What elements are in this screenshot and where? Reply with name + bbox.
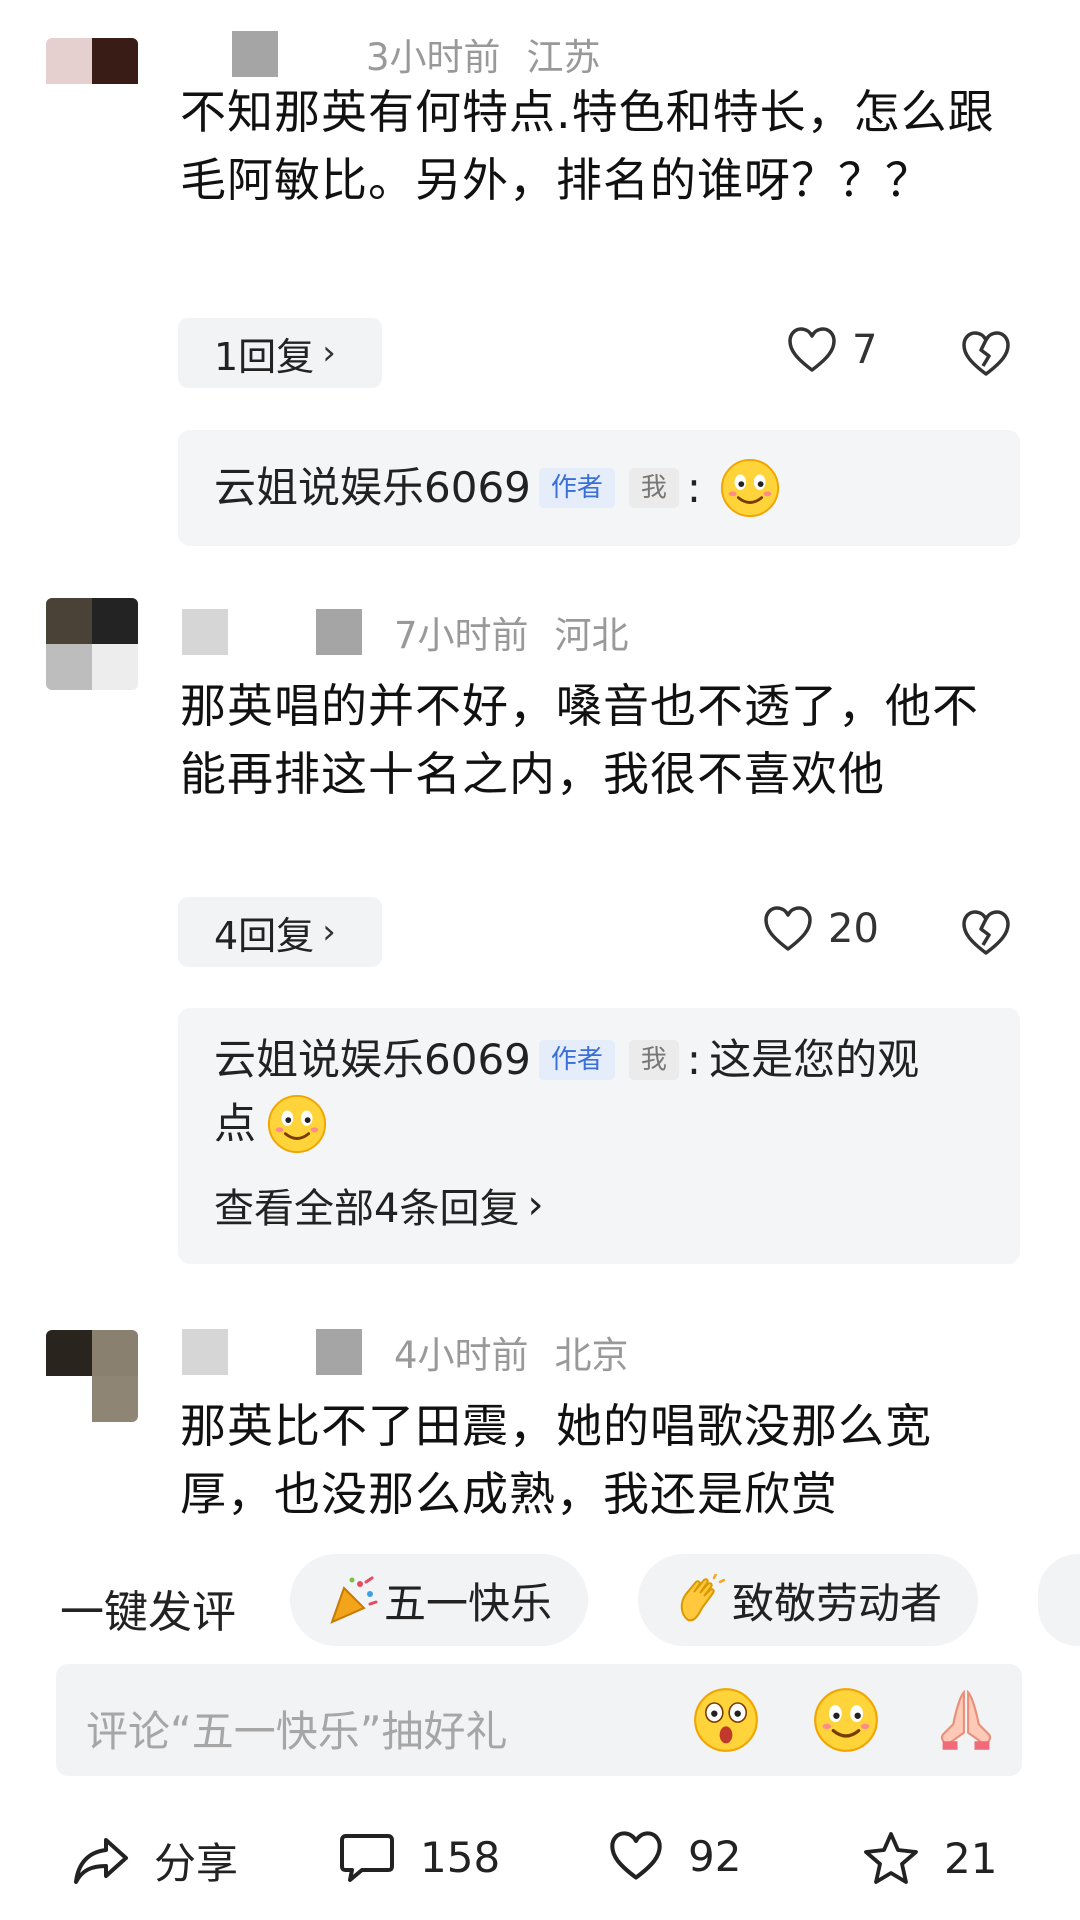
chip-label: 五一快乐 [384,1578,553,1628]
like-count: 7 [852,327,878,373]
author-reply-line: 点 [214,1092,328,1156]
reply-separator: : [686,1035,702,1084]
avatar[interactable] [46,598,138,690]
broken-heart-icon [962,910,1010,955]
author-reply-line: 云姐说娱乐6069 作者 我 : 这是您的观 [214,1028,919,1092]
likes-count: 92 [688,1831,742,1881]
surprised-emoji-icon[interactable] [692,1686,760,1754]
comment-meta: 4小时前 北京 [182,1328,629,1377]
comments-button[interactable]: 158 [338,1830,500,1884]
replies-button[interactable]: 4回复 › [178,897,382,967]
comment-location: 北京 [554,1334,629,1377]
replies-button[interactable]: 1回复 › [178,318,382,388]
comment-time: 4小时前 [394,1334,529,1377]
star-icon [864,1832,918,1884]
heart-icon [764,906,812,951]
avatar[interactable] [46,38,138,130]
heart-icon [610,1831,662,1880]
see-all-replies-link[interactable]: 查看全部4条回复 › [214,1176,543,1234]
party-popper-icon [330,1576,378,1624]
dislike-button[interactable] [960,909,1012,961]
chevron-right-icon: › [322,912,336,952]
quick-comment-chip-partial[interactable] [1038,1554,1080,1646]
comment-location: 河北 [554,614,629,657]
username-redacted[interactable] [316,609,362,655]
bottom-action-bar: 分享 158 92 21 [0,1800,1080,1920]
reply-author-name[interactable]: 云姐说娱乐6069 [214,456,531,520]
smile-emoji-icon[interactable] [812,1686,880,1754]
me-tag: 我 [628,1040,679,1080]
username-redacted[interactable] [182,1329,228,1375]
broken-heart-icon [962,331,1010,376]
smile-emoji-icon [721,458,780,518]
comment-bubble-icon [340,1834,394,1882]
reply-separator: : [686,463,702,512]
heart-icon [788,327,836,372]
comment-time: 3小时前 [366,36,501,79]
chevron-right-icon: › [527,1182,544,1228]
replies-label: 1回复 [214,334,315,379]
like-button[interactable]: 20 [762,905,879,953]
share-label: 分享 [154,1839,239,1888]
like-count: 20 [828,906,879,952]
replies-label: 4回复 [214,913,315,958]
clapping-hands-icon [680,1574,726,1622]
smile-emoji-icon [267,1094,327,1154]
comment-text: 那英唱的并不好，嗓音也不透了，他不能再排这十名之内，我很不喜欢他 [180,679,979,801]
author-reply-box[interactable]: 云姐说娱乐6069 作者 我 : [178,430,1020,546]
see-all-label: 查看全部4条回复 [214,1186,520,1232]
quick-comment-chip[interactable]: 五一快乐 [290,1554,589,1646]
author-reply-line: 云姐说娱乐6069 作者 我 : [214,456,781,520]
username-redacted[interactable] [232,31,278,77]
chevron-right-icon: › [322,333,336,373]
praying-hands-icon[interactable] [932,1686,1000,1754]
share-icon [74,1837,128,1884]
comments-count: 158 [420,1832,501,1882]
reply-text: 这是您的观 [709,1035,920,1084]
share-button[interactable]: 分享 [72,1830,238,1891]
comment-input-placeholder: 评论“五一快乐”抽好礼 [86,1707,508,1756]
comment-time: 7小时前 [394,614,529,657]
quick-comment-bar: 一键发评 五一快乐 致敬劳动者 [0,1550,1080,1650]
reply-author-name[interactable]: 云姐说娱乐6069 [214,1028,531,1092]
quick-comment-chip[interactable]: 致敬劳动者 [638,1554,979,1646]
comment-meta: 7小时前 河北 [182,608,629,657]
avatar[interactable] [46,1330,138,1422]
favorites-count: 21 [944,1833,998,1883]
like-post-button[interactable]: 92 [608,1830,741,1882]
comment-location: 江苏 [526,36,601,79]
author-tag: 作者 [538,1040,615,1080]
chip-label: 致敬劳动者 [732,1578,943,1628]
username-redacted[interactable] [182,609,228,655]
favorite-button[interactable]: 21 [862,1830,997,1886]
comment-text: 那英比不了田震，她的唱歌没那么宽厚，也没那么成熟，我还是欣赏 [180,1399,932,1521]
dislike-button[interactable] [960,330,1012,382]
username-redacted[interactable] [316,1329,362,1375]
author-tag: 作者 [538,468,615,508]
reply-text: 点 [214,1099,257,1148]
like-button[interactable]: 7 [786,326,877,374]
comment-text: 不知那英有何特点.特色和特长，怎么跟毛阿敏比。另外，排名的谁呀？？？ [180,85,995,207]
me-tag: 我 [628,468,679,508]
comment-meta: 3小时前 江苏 [182,30,601,79]
author-reply-box[interactable]: 云姐说娱乐6069 作者 我 : 这是您的观 点 查看全部4条回复 › [178,1008,1020,1264]
quick-comment-label: 一键发评 [60,1587,236,1638]
comment-input[interactable]: 评论“五一快乐”抽好礼 [56,1664,1022,1776]
